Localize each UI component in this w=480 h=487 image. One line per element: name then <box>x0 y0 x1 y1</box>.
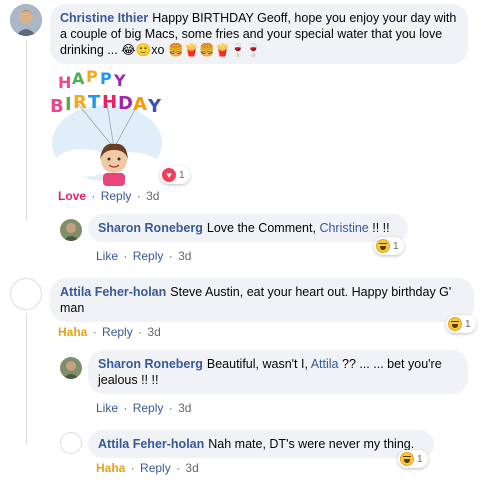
haha-emoji-icon <box>448 317 462 331</box>
reaction-summary[interactable]: ♥ 1 <box>160 166 190 184</box>
comment-actions: Like · Reply · 3d <box>96 401 191 415</box>
separator: · <box>138 325 143 339</box>
avatar-attila[interactable] <box>10 278 42 310</box>
reaction-summary[interactable]: 1 <box>398 450 428 468</box>
svg-text:P: P <box>100 69 112 88</box>
separator: · <box>91 189 96 203</box>
separator: · <box>123 249 128 263</box>
profile-photo <box>10 4 42 36</box>
comment-text: Love the Comment, <box>206 221 320 235</box>
comment-actions: Haha · Reply · 3d <box>96 461 199 475</box>
avatar-christine[interactable] <box>10 4 42 36</box>
svg-text:T: T <box>88 92 101 113</box>
profile-photo <box>60 357 82 379</box>
reply-link[interactable]: Reply <box>101 189 132 203</box>
avatar-sharon[interactable] <box>60 219 82 241</box>
profile-photo <box>60 219 82 241</box>
mention-link[interactable]: Attila <box>311 357 339 371</box>
separator: · <box>176 461 181 475</box>
timestamp[interactable]: 3d <box>185 461 198 475</box>
haha-reaction-link[interactable]: Haha <box>58 325 87 339</box>
svg-text:Y: Y <box>113 71 126 90</box>
separator: · <box>92 325 97 339</box>
svg-text:H: H <box>58 73 71 92</box>
svg-text:I: I <box>65 94 72 115</box>
timestamp[interactable]: 3d <box>178 249 191 263</box>
reaction-count: 1 <box>393 240 399 252</box>
thread-line <box>26 40 27 220</box>
svg-text:Y: Y <box>147 96 162 117</box>
comment-actions: Love · Reply · 3d <box>58 189 159 203</box>
comment-bubble-attila: Attila Feher-holan Steve Austin, eat your… <box>50 278 474 322</box>
author-name[interactable]: Attila Feher-holan <box>60 285 166 299</box>
like-link[interactable]: Like <box>96 401 118 415</box>
reply-link[interactable]: Reply <box>133 401 164 415</box>
comment-text: Beautiful, wasn't I, <box>206 357 311 371</box>
reaction-summary[interactable]: 1 <box>446 315 476 333</box>
comment-bubble-attila: Attila Feher-holan Nah mate, DT's were ne… <box>88 430 434 458</box>
haha-emoji-icon <box>376 239 390 253</box>
author-name[interactable]: Attila Feher-holan <box>98 437 204 451</box>
reaction-summary[interactable]: 1 <box>374 237 404 255</box>
reply-link[interactable]: Reply <box>140 461 171 475</box>
timestamp[interactable]: 3d <box>178 401 191 415</box>
svg-text:H: H <box>102 92 117 113</box>
haha-emoji-icon <box>400 452 414 466</box>
reaction-count: 1 <box>179 169 185 181</box>
timestamp[interactable]: 3d <box>146 189 159 203</box>
love-reaction-link[interactable]: Love <box>58 189 86 203</box>
comment-actions: Haha · Reply · 3d <box>58 325 161 339</box>
separator: · <box>168 401 173 415</box>
like-link[interactable]: Like <box>96 249 118 263</box>
avatar-sharon[interactable] <box>60 357 82 379</box>
reaction-count: 1 <box>465 318 471 330</box>
thread-line <box>26 314 27 444</box>
separator: · <box>168 249 173 263</box>
separator: · <box>130 461 135 475</box>
author-name[interactable]: Sharon Roneberg <box>98 221 203 235</box>
author-name[interactable]: Christine Ithier <box>60 11 148 25</box>
timestamp[interactable]: 3d <box>147 325 160 339</box>
author-name[interactable]: Sharon Roneberg <box>98 357 203 371</box>
avatar-attila[interactable] <box>60 432 82 454</box>
comment-actions: Like · Reply · 3d <box>96 249 191 263</box>
svg-text:A: A <box>133 94 147 115</box>
reaction-count: 1 <box>417 453 423 465</box>
svg-text:A: A <box>72 69 85 88</box>
haha-reaction-link[interactable]: Haha <box>96 461 125 475</box>
comment-text: !! !! <box>368 221 390 235</box>
reply-link[interactable]: Reply <box>133 249 164 263</box>
mention-link[interactable]: Christine <box>319 221 368 235</box>
svg-text:B: B <box>50 96 64 117</box>
comment-bubble-sharon: Sharon Roneberg Beautiful, wasn't I, Atti… <box>88 350 468 394</box>
separator: · <box>123 401 128 415</box>
heart-icon: ♥ <box>162 168 176 182</box>
comment-bubble-christine: Christine Ithier Happy BIRTHDAY Geoff, ho… <box>50 4 468 64</box>
svg-text:R: R <box>73 92 87 113</box>
reply-link[interactable]: Reply <box>102 325 133 339</box>
svg-text:D: D <box>118 93 133 114</box>
svg-text:P: P <box>86 68 98 86</box>
happy-birthday-sticker: H A P P Y B I R T H D A Y <box>48 67 166 186</box>
comment-text: Nah mate, DT's were never my thing. <box>208 437 415 451</box>
comment-bubble-sharon: Sharon Roneberg Love the Comment, Christi… <box>88 214 408 242</box>
separator: · <box>136 189 141 203</box>
